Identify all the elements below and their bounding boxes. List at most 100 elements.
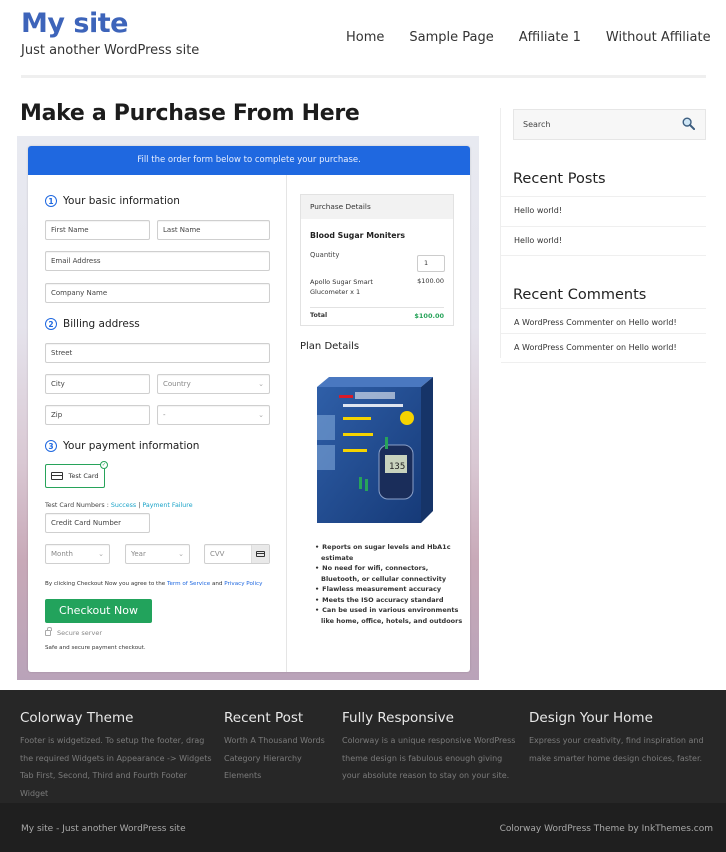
feature-item: Can be used in various environments like… (315, 605, 465, 626)
safe-checkout-text: Safe and secure payment checkout. (45, 645, 146, 651)
nav-home[interactable]: Home (346, 30, 384, 45)
cvv-card-icon (251, 545, 269, 563)
section-billing: 2 Billing address (45, 318, 140, 330)
checkout-card: Fill the order form below to complete yo… (28, 146, 470, 672)
search-placeholder: Search (523, 120, 551, 129)
first-name-input[interactable]: First Name (45, 220, 150, 240)
footer-col-title: Colorway Theme (20, 710, 134, 726)
total-label: Total (310, 312, 328, 319)
step-2-icon: 2 (45, 318, 57, 330)
footer-site-credit: My site - Just another WordPress site (21, 824, 186, 834)
city-input[interactable]: City (45, 374, 150, 394)
street-input[interactable]: Street (45, 343, 270, 363)
test-card-numbers: Test Card Numbers : Success | Payment Fa… (45, 502, 193, 509)
lock-icon (45, 627, 52, 636)
last-name-input[interactable]: Last Name (157, 220, 270, 240)
step-3-icon: 3 (45, 440, 57, 452)
svg-text:135: 135 (389, 462, 405, 472)
privacy-policy-link[interactable]: Privacy Policy (224, 581, 262, 587)
recent-post-link[interactable]: Hello world! (501, 226, 706, 256)
recent-comment-link[interactable]: A WordPress Commenter on Hello world! (501, 333, 706, 363)
nav-sample-page[interactable]: Sample Page (409, 30, 493, 45)
product-name: Blood Sugar Moniters (310, 231, 406, 240)
footer-recent-link[interactable]: Elements (224, 767, 334, 785)
footer-recent-link[interactable]: Category Hierarchy (224, 750, 334, 768)
payment-failure-link[interactable]: Payment Failure (142, 502, 192, 509)
feature-item: Flawless measurement accuracy (315, 584, 465, 595)
feature-item: Meets the ISO accuracy standard (315, 595, 465, 606)
footer-bottom-bar: My site - Just another WordPress site Co… (0, 803, 726, 852)
footer-recent-link[interactable]: Worth A Thousand Words (224, 732, 334, 750)
test-numbers-label: Test Card Numbers : (45, 502, 111, 509)
footer-col-colorway: Colorway Theme Footer is widgetized. To … (20, 710, 215, 802)
footer-col-text: Colorway is a unique responsive WordPres… (342, 736, 516, 780)
secure-server-label: Secure server (57, 629, 102, 637)
footer-col-design-home: Design Your Home Express your creativity… (529, 710, 721, 767)
line-item-price: $100.00 (417, 277, 444, 285)
site-header: My site Just another WordPress site Home… (0, 0, 726, 80)
country-select[interactable]: Country ⌄ (157, 374, 270, 394)
quantity-input[interactable]: 1 (417, 255, 445, 272)
footer-theme-credit[interactable]: Colorway WordPress Theme by InkThemes.co… (500, 824, 713, 834)
site-title[interactable]: My site (21, 8, 128, 39)
nav-without-affiliate[interactable]: Without Affiliate (606, 30, 711, 45)
chevron-down-icon: ⌄ (178, 550, 184, 558)
terms-of-service-link[interactable]: Term of Service (167, 581, 210, 587)
plan-details-heading: Plan Details (300, 341, 360, 352)
cvv-input[interactable]: CVV (204, 544, 270, 564)
secure-server: Secure server (45, 627, 102, 637)
footer-col-title: Fully Responsive (342, 710, 454, 726)
year-select[interactable]: Year ⌄ (125, 544, 190, 564)
zip-input[interactable]: Zip (45, 405, 150, 425)
credit-card-icon (51, 472, 64, 480)
recent-posts-title: Recent Posts (513, 171, 606, 187)
purchase-details-heading: Purchase Details (301, 195, 453, 219)
step-1-icon: 1 (45, 195, 57, 207)
nav-affiliate-1[interactable]: Affiliate 1 (519, 30, 581, 45)
agree-and: and (210, 581, 225, 587)
plan-features-list: Reports on sugar levels and HbA1c estima… (315, 542, 465, 626)
header-divider (21, 75, 706, 78)
feature-item: Reports on sugar levels and HbA1c estima… (315, 542, 465, 563)
search-input[interactable]: Search (513, 109, 706, 140)
cvv-placeholder: CVV (210, 550, 225, 558)
email-input[interactable]: Email Address (45, 251, 270, 271)
line-item-name: Apollo Sugar Smart Glucometer x 1 (310, 278, 373, 296)
product-image: 135 (317, 377, 433, 523)
footer-col-text: Express your creativity, find inspiratio… (529, 736, 704, 763)
total-value: $100.00 (414, 312, 444, 320)
year-select-value: Year (131, 550, 146, 558)
checkout-now-button[interactable]: Checkout Now (45, 599, 152, 623)
state-select[interactable]: - ⌄ (157, 405, 270, 425)
section-basic-title: Your basic information (63, 195, 180, 207)
month-select[interactable]: Month ⌄ (45, 544, 110, 564)
footer-col-title: Recent Post (224, 710, 304, 726)
main-nav: Home Sample Page Affiliate 1 Without Aff… (346, 30, 711, 45)
state-select-value: - (163, 411, 166, 419)
checkout-banner: Fill the order form below to complete yo… (28, 146, 470, 175)
section-basic-info: 1 Your basic information (45, 195, 180, 207)
footer-col-text: Footer is widgetized. To setup the foote… (20, 736, 212, 798)
recent-post-link[interactable]: Hello world! (501, 196, 706, 226)
payment-method-label: Test Card (68, 472, 99, 480)
search-icon[interactable] (682, 117, 695, 130)
month-select-value: Month (51, 550, 73, 558)
footer-recent-links: Worth A Thousand Words Category Hierarch… (224, 732, 334, 785)
country-select-value: Country (163, 380, 191, 388)
payment-method-test-card[interactable]: Test Card ✓ (45, 461, 108, 488)
chevron-down-icon: ⌄ (258, 411, 264, 419)
success-link[interactable]: Success (111, 502, 136, 509)
recent-comments-title: Recent Comments (513, 287, 647, 303)
footer-widgets: Colorway Theme Footer is widgetized. To … (0, 690, 726, 803)
column-divider (286, 175, 287, 672)
section-payment-title: Your payment information (63, 440, 200, 452)
purchase-divider (310, 307, 444, 308)
footer-col-title: Design Your Home (529, 710, 653, 726)
company-input[interactable]: Company Name (45, 283, 270, 303)
checkout-embed: Fill the order form below to complete yo… (17, 136, 479, 680)
purchase-details: Purchase Details Blood Sugar Moniters Qu… (300, 194, 454, 326)
footer-col-responsive: Fully Responsive Colorway is a unique re… (342, 710, 520, 785)
card-number-input[interactable]: Credit Card Number (45, 513, 150, 533)
section-payment: 3 Your payment information (45, 440, 199, 452)
check-icon: ✓ (100, 461, 108, 469)
